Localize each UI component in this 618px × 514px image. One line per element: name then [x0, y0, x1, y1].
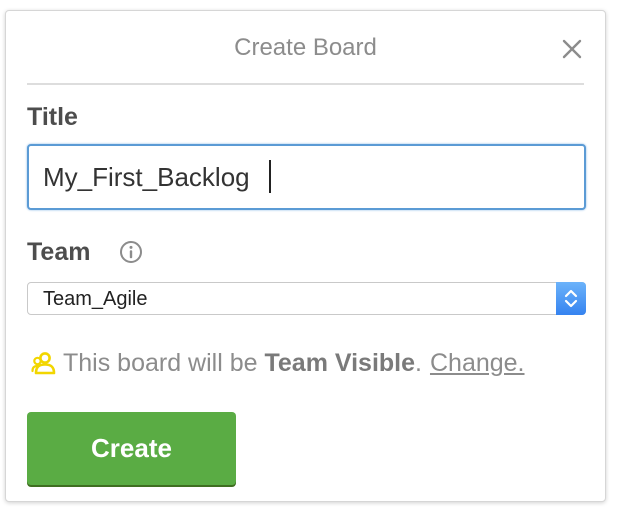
- team-label: Team: [27, 238, 91, 266]
- create-board-popover: Create Board Title Team Team_Agile: [5, 10, 606, 502]
- visibility-level: Team Visible: [264, 348, 416, 377]
- visibility-message: This board will be Team Visible . Change…: [30, 345, 525, 381]
- info-icon[interactable]: [119, 240, 143, 264]
- close-button[interactable]: [554, 31, 590, 67]
- team-select-value: Team_Agile: [43, 288, 148, 310]
- visibility-prefix: This board will be: [63, 348, 265, 377]
- text-caret: [269, 160, 271, 193]
- close-icon: [562, 39, 582, 59]
- title-label: Title: [27, 103, 78, 131]
- visibility-period: .: [415, 348, 422, 377]
- create-button[interactable]: Create: [27, 412, 236, 485]
- members-icon: [31, 352, 56, 375]
- change-visibility-link[interactable]: Change.: [430, 349, 525, 378]
- team-select[interactable]: Team_Agile: [27, 282, 586, 315]
- popover-title: Create Board: [234, 34, 377, 61]
- chevron-up-down-icon: [564, 289, 578, 308]
- popover-header: Create Board: [27, 11, 584, 85]
- title-input[interactable]: [27, 144, 586, 210]
- select-arrows[interactable]: [556, 282, 586, 315]
